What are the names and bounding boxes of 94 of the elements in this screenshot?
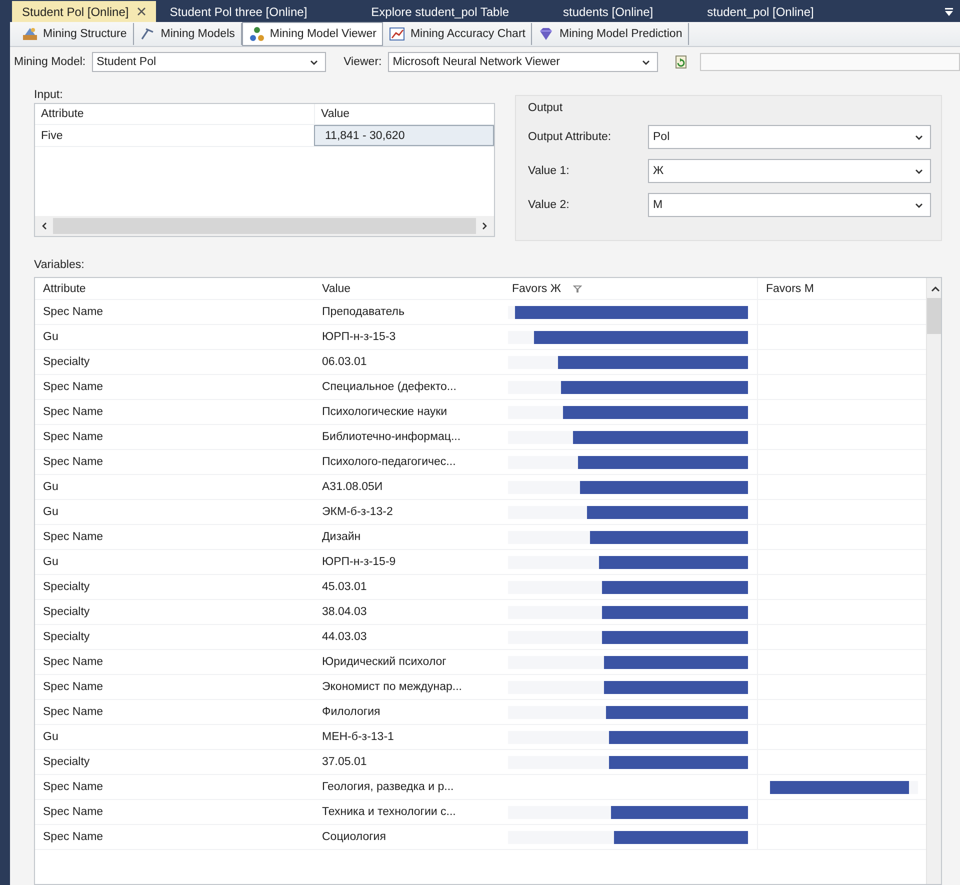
table-cell-text: Specialty bbox=[42, 605, 91, 620]
table-cell-text: 38.04.03 bbox=[321, 605, 368, 620]
dropdown[interactable]: Microsoft Neural Network Viewer bbox=[388, 52, 658, 72]
field-label: Value 2: bbox=[528, 199, 570, 211]
table-cell-text: 06.03.01 bbox=[321, 355, 368, 370]
table-cell-text: Дизайн bbox=[321, 530, 362, 545]
table-cell-text: Specialty bbox=[42, 755, 91, 770]
column-header[interactable]: Favors Ж bbox=[504, 278, 758, 299]
table-cell-text: Gu bbox=[42, 730, 60, 745]
table-cell-text: Spec Name bbox=[42, 705, 104, 720]
table-cell-text: Gu bbox=[42, 505, 60, 520]
field-label: Value 1: bbox=[528, 165, 570, 177]
table-cell-text: Spec Name bbox=[42, 530, 104, 545]
diamond-icon bbox=[538, 26, 554, 42]
table-cell-text: Преподаватель bbox=[321, 305, 406, 320]
chevron-icon bbox=[914, 200, 924, 210]
dropdown[interactable]: Ж bbox=[648, 159, 931, 183]
designer-tab[interactable]: Mining Model Viewer bbox=[242, 22, 384, 46]
section-label: Input: bbox=[34, 88, 64, 103]
field-label: Output Attribute: bbox=[528, 131, 612, 143]
table-cell-text: Specialty bbox=[42, 630, 91, 645]
document-tab[interactable]: students [Online] bbox=[553, 1, 664, 22]
table-cell-text: МЕН-б-з-13-1 bbox=[321, 730, 395, 745]
table-cell-text: Техника и технологии с... bbox=[321, 805, 457, 820]
table-cell-text: 45.03.01 bbox=[321, 580, 368, 595]
table-cell-text: Экономист по междунар... bbox=[321, 680, 463, 695]
table-cell-text: Specialty bbox=[42, 355, 91, 370]
table-cell-text: Геология, разведка и р... bbox=[321, 780, 455, 795]
input-value-cell[interactable]: 11,841 - 30,620 bbox=[314, 125, 494, 146]
table-cell-text: Gu bbox=[42, 330, 60, 345]
column-header[interactable]: Favors M bbox=[758, 278, 926, 299]
table-cell-text: Specialty bbox=[42, 580, 91, 595]
chevron-icon bbox=[640, 58, 651, 66]
column-header[interactable]: Attribute bbox=[35, 278, 314, 299]
scroll-left-icon bbox=[41, 222, 47, 230]
column-header[interactable]: Value bbox=[314, 278, 504, 299]
dropdown[interactable]: M bbox=[648, 193, 931, 217]
line-chart-icon bbox=[389, 26, 406, 42]
table-cell-text: ЮРП-н-з-15-9 bbox=[321, 555, 397, 570]
table-cell-text: Spec Name bbox=[42, 655, 104, 670]
text-field[interactable] bbox=[700, 53, 960, 71]
overflow-menu-icon bbox=[944, 7, 954, 17]
designer-tab[interactable]: Mining Accuracy Chart bbox=[383, 23, 532, 45]
table-cell-text: Gu bbox=[42, 480, 60, 495]
table-cell-text: Психолого-педагогичес... bbox=[321, 455, 457, 470]
vertical-scrollbar[interactable] bbox=[926, 278, 941, 884]
scrollbar-thumb[interactable] bbox=[927, 298, 941, 334]
document-tab[interactable]: Student Pol [Online] bbox=[12, 1, 156, 22]
scroll-right-icon bbox=[482, 222, 488, 230]
table-cell-text: Spec Name bbox=[42, 680, 104, 695]
dropdown[interactable]: Pol bbox=[648, 125, 931, 149]
table-cell-text: Социология bbox=[321, 830, 387, 845]
document-tab[interactable]: Explore student_pol Table bbox=[361, 1, 520, 22]
section-label: Variables: bbox=[34, 258, 86, 273]
table-cell-text: Spec Name bbox=[42, 780, 104, 795]
document-tab[interactable]: student_pol [Online] bbox=[697, 1, 824, 22]
refresh-icon bbox=[674, 55, 687, 69]
network-icon bbox=[248, 26, 265, 42]
table-cell-text: Spec Name bbox=[42, 305, 104, 320]
table-cell-text: Spec Name bbox=[42, 455, 104, 470]
column-header[interactable]: Attribute bbox=[35, 104, 314, 124]
field-label: Viewer: bbox=[344, 56, 382, 68]
column-header[interactable]: Value bbox=[314, 104, 494, 124]
table-cell-text: Spec Name bbox=[42, 380, 104, 395]
field-label: Mining Model: bbox=[14, 56, 86, 68]
table-cell-text: ЮРП-н-з-15-3 bbox=[321, 330, 397, 345]
table-cell-text: Психологические науки bbox=[321, 405, 448, 420]
table-cell-text: Юридический психолог bbox=[321, 655, 448, 670]
chevron-icon bbox=[308, 58, 319, 66]
dropdown[interactable]: Student Pol bbox=[92, 52, 326, 72]
table-cell-text: Филология bbox=[321, 705, 382, 720]
scrollbar-thumb[interactable] bbox=[53, 218, 476, 234]
table-cell-text: А31.08.05И bbox=[321, 480, 384, 495]
chevron-icon bbox=[914, 166, 924, 176]
document-tab[interactable]: Student Pol three [Online] bbox=[160, 1, 318, 22]
horizontal-scrollbar[interactable] bbox=[35, 216, 494, 236]
table-cell-text: Spec Name bbox=[42, 430, 104, 445]
table-cell-text: Специальное (дефекто... bbox=[321, 380, 458, 395]
close-icon bbox=[136, 7, 146, 16]
chevron-icon bbox=[914, 132, 924, 142]
table-cell-text: 37.05.01 bbox=[321, 755, 368, 770]
landscape-icon bbox=[22, 26, 38, 42]
table-cell-text: Библиотечно-информац... bbox=[321, 430, 462, 445]
scroll-up-icon bbox=[930, 286, 940, 292]
group-title: Output bbox=[528, 102, 564, 116]
table-cell-text: ЭКМ-б-з-13-2 bbox=[321, 505, 394, 520]
table-cell-text: Five bbox=[40, 128, 64, 144]
table-cell-text: Spec Name bbox=[42, 830, 104, 845]
table-cell-text: 44.03.03 bbox=[321, 630, 368, 645]
table-cell-text: Spec Name bbox=[42, 405, 104, 420]
table-cell-text: Gu bbox=[42, 555, 60, 570]
designer-tab[interactable]: Mining Model Prediction bbox=[532, 23, 690, 45]
designer-tab[interactable]: Mining Structure bbox=[16, 23, 134, 45]
table-cell-text: Spec Name bbox=[42, 805, 104, 820]
